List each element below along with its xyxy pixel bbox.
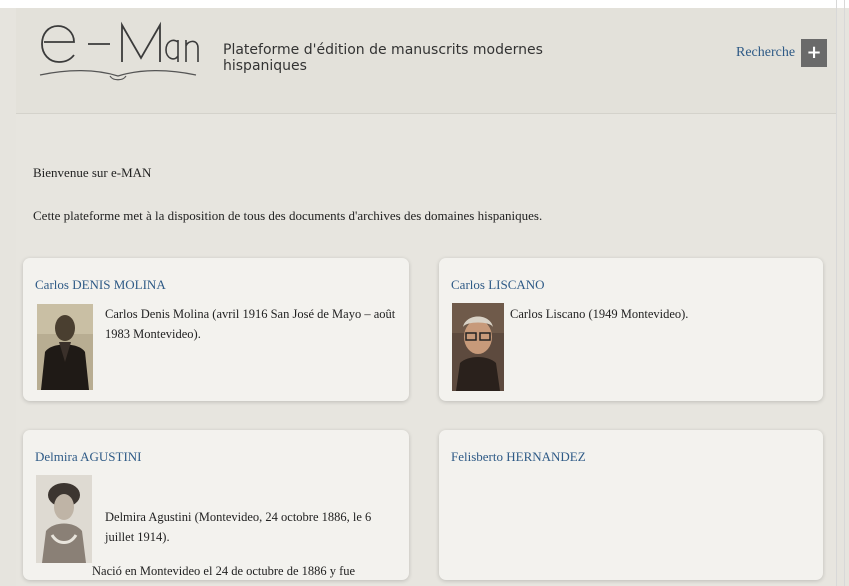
author-card-title[interactable]: Delmira AGUSTINI	[35, 449, 142, 465]
author-card-description: Delmira Agustini (Montevideo, 24 octobre…	[105, 510, 372, 544]
author-card-description: Carlos Liscano (1949 Montevideo).	[510, 307, 689, 321]
author-card[interactable]: Carlos DENIS MOLINA Carlos Denis Molina …	[23, 258, 409, 401]
author-card[interactable]: Delmira AGUSTINI Delmira Agustini (Monte…	[23, 430, 409, 580]
author-card-title[interactable]: Carlos DENIS MOLINA	[35, 277, 166, 293]
site-logo[interactable]	[38, 20, 203, 92]
author-card[interactable]: Carlos LISCANO Carlos Liscano (1949 Mont…	[439, 258, 823, 401]
plus-icon[interactable]: +	[801, 39, 827, 67]
author-card-description-continued: Nació en Montevideo el 24 de octubre de …	[92, 564, 356, 578]
scrollbar-track-line-outer	[844, 0, 845, 586]
intro-text: Cette plateforme met à la disposition de…	[33, 208, 543, 223]
welcome-text: Bienvenue sur e-MAN	[33, 165, 152, 180]
author-card-title[interactable]: Carlos LISCANO	[451, 277, 545, 293]
author-portrait-image[interactable]	[452, 303, 504, 391]
author-card-description: Carlos Denis Molina (avril 1916 San José…	[105, 307, 396, 341]
site-header: Plateforme d'édition de manuscrits moder…	[16, 8, 836, 114]
author-card[interactable]: Felisberto HERNANDEZ	[439, 430, 823, 580]
search-link[interactable]: Recherche	[736, 45, 795, 61]
site-subtitle: Plateforme d'édition de manuscrits moder…	[223, 42, 543, 74]
author-portrait-image[interactable]	[37, 304, 93, 390]
scrollbar-track-line	[836, 0, 837, 586]
author-card-title[interactable]: Felisberto HERNANDEZ	[451, 449, 586, 465]
author-portrait-image[interactable]	[36, 475, 92, 563]
top-edge	[0, 0, 849, 8]
